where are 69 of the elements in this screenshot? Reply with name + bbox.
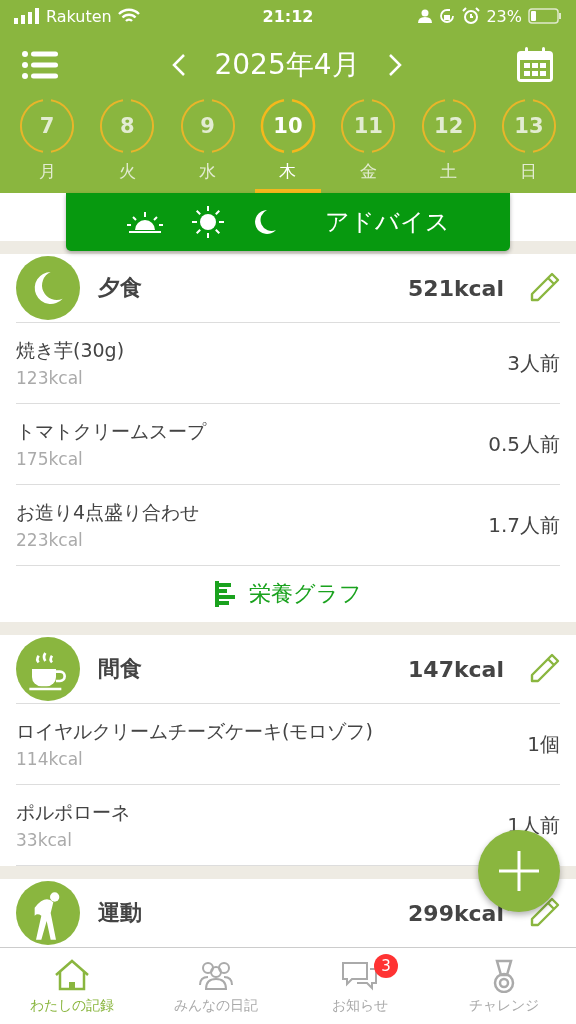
food-name: トマトクリームスープ [16, 419, 208, 444]
advice-label: アドバイス [324, 207, 450, 238]
ring-icon [260, 98, 316, 154]
ring-icon [19, 98, 75, 154]
ring-icon [340, 98, 397, 154]
battery-icon [528, 8, 562, 24]
sun-icon [190, 205, 225, 239]
signal-icon [14, 8, 40, 24]
ring-icon [179, 98, 236, 154]
day-tab[interactable]: 9 水 [174, 98, 241, 193]
battery-percent: 23% [486, 6, 522, 26]
food-row[interactable]: ロイヤルクリームチーズケーキ(モロゾフ) 114kcal 1個 [16, 704, 560, 785]
ring-icon [420, 98, 477, 154]
food-row[interactable]: お造り4点盛り合わせ 223kcal 1.7人前 [16, 485, 560, 566]
food-row[interactable]: 焼き芋(30g) 123kcal 3人前 [16, 323, 560, 404]
food-name: ロイヤルクリームチーズケーキ(モロゾフ) [16, 719, 374, 744]
food-amount: 1個 [527, 730, 560, 758]
alarm-icon [462, 7, 481, 25]
food-kcal: 114kcal [16, 749, 84, 769]
month-title: 2025年4月 [214, 47, 360, 83]
pencil-icon[interactable] [528, 653, 560, 685]
advice-bar[interactable]: アドバイス [66, 193, 510, 251]
food-row[interactable]: トマトクリームスープ 175kcal 0.5人前 [16, 404, 560, 485]
plus-icon [497, 849, 541, 893]
calendar-icon[interactable] [516, 47, 554, 83]
food-name: ポルポローネ [16, 800, 131, 825]
sunrise-icon [126, 211, 163, 233]
section-kcal: 299kcal [408, 900, 504, 926]
rotation-lock-icon [438, 7, 457, 25]
ring-icon [500, 98, 557, 154]
wifi-icon [117, 8, 140, 24]
tab-bar-item[interactable]: お知らせ 3 [288, 948, 432, 1024]
nutrition-graph-link[interactable]: 栄養グラフ [0, 566, 576, 622]
dinner-icon [16, 256, 80, 320]
previous-month-icon[interactable] [172, 53, 187, 77]
status-time: 21:12 [262, 6, 314, 26]
tab-bar-item[interactable]: みんなの日記 [144, 948, 288, 1024]
food-amount: 1.7人前 [488, 511, 560, 539]
tab-bar-item[interactable]: わたしの記録 [0, 948, 144, 1024]
food-amount: 0.5人前 [488, 430, 560, 458]
food-amount: 3人前 [507, 349, 560, 377]
tab-bar-item[interactable]: チャレンジ [432, 948, 576, 1024]
day-tab[interactable]: 11 金 [335, 98, 402, 193]
section-kcal: 521kcal [408, 275, 504, 301]
food-kcal: 33kcal [16, 830, 73, 850]
next-month-icon[interactable] [387, 53, 402, 77]
section-title: 運動 [98, 899, 143, 927]
section-title: 夕食 [98, 274, 143, 302]
person-icon [418, 9, 433, 23]
food-name: お造り4点盛り合わせ [16, 500, 201, 525]
section-title: 間食 [98, 655, 143, 683]
notification-badge: 3 [374, 954, 398, 978]
day-tab[interactable]: 7 月 [14, 98, 80, 193]
ring-icon [99, 98, 156, 154]
day-tab[interactable]: 13 日 [495, 98, 562, 193]
day-tab[interactable]: 12 土 [415, 98, 482, 193]
menu-icon[interactable] [22, 51, 58, 79]
carrier-name: Rakuten [46, 6, 112, 26]
section-kcal: 147kcal [408, 656, 504, 682]
moon-icon [252, 209, 277, 235]
food-name: 焼き芋(30g) [16, 338, 126, 363]
day-tab[interactable]: 8 火 [94, 98, 161, 193]
exercise-icon [16, 881, 80, 945]
pencil-icon[interactable] [528, 897, 560, 929]
pencil-icon[interactable] [528, 272, 560, 304]
snack-icon [16, 637, 80, 701]
food-kcal: 175kcal [16, 449, 84, 469]
food-kcal: 223kcal [16, 530, 84, 550]
food-kcal: 123kcal [16, 368, 84, 388]
